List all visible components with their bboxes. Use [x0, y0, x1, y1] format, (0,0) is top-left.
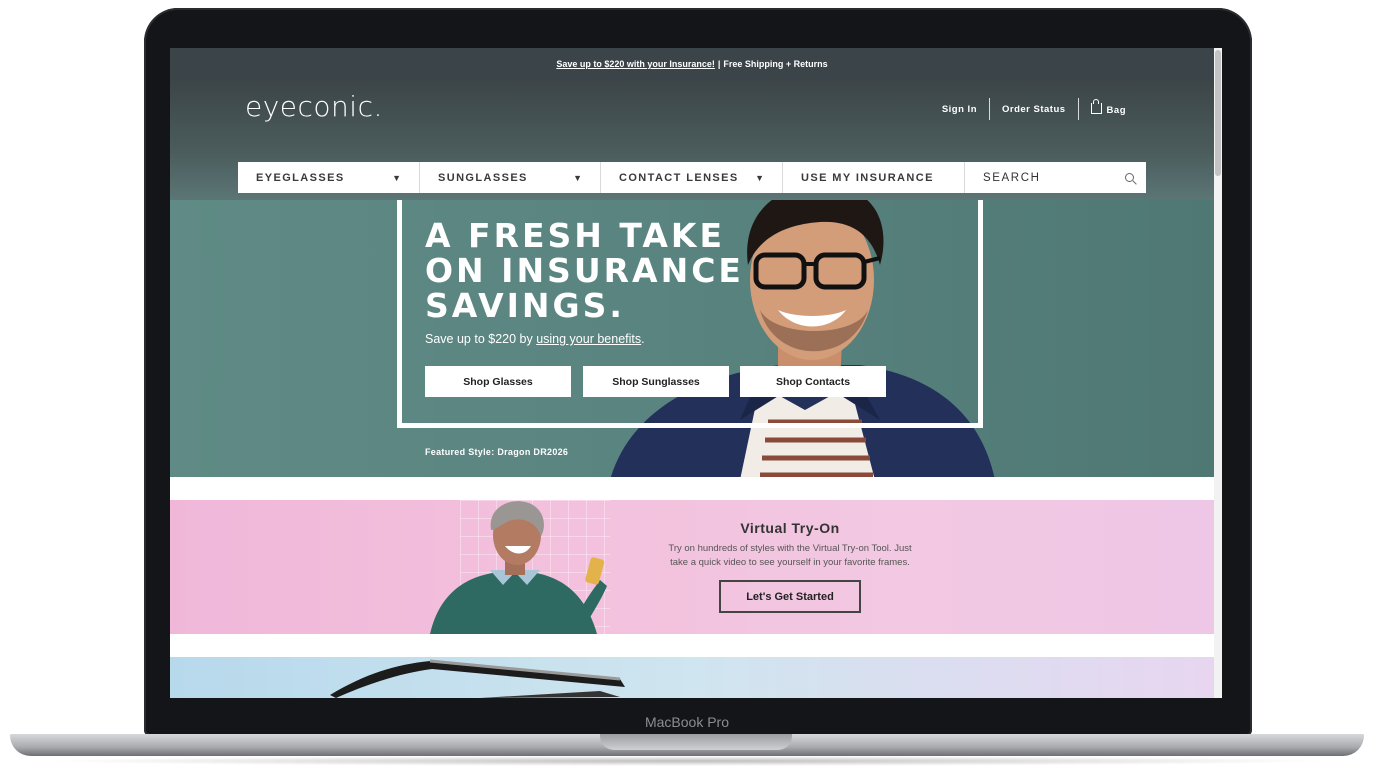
browser-viewport: Save up to $220 with your Insurance! | F… — [170, 48, 1222, 698]
bag-link[interactable]: Bag — [1079, 99, 1138, 116]
virtual-try-on-model-image — [430, 501, 607, 634]
nav-contact-lenses-label: CONTACT LENSES — [619, 171, 739, 184]
hero-title: A FRESH TAKE ON INSURANCE SAVINGS. — [425, 218, 744, 323]
hero-title-line: A FRESH TAKE — [425, 216, 725, 255]
hero-subtitle: Save up to $220 by using your benefits. — [425, 332, 645, 346]
vto-text-line: take a quick video to see yourself in yo… — [670, 557, 910, 568]
free-shipping-text: Free Shipping + Returns — [723, 59, 828, 69]
laptop-notch — [600, 734, 792, 750]
eyeconic-logo[interactable]: eyeconic. — [245, 90, 383, 123]
vto-text-line: Try on hundreds of styles with the Virtu… — [668, 543, 912, 554]
announcement-bar: Save up to $220 with your Insurance! | F… — [170, 48, 1214, 80]
nav-contact-lenses[interactable]: CONTACT LENSES ▼ — [601, 162, 783, 193]
sign-in-link[interactable]: Sign In — [930, 104, 989, 115]
featured-style-caption: Featured Style: Dragon DR2026 — [425, 447, 569, 457]
hero-sub-suffix: . — [641, 332, 645, 346]
hero-sub-prefix: Save up to $220 by — [425, 332, 537, 346]
nav-use-my-insurance[interactable]: USE MY INSURANCE — [783, 162, 965, 193]
virtual-try-on-title: Virtual Try-On — [740, 520, 840, 536]
shop-sunglasses-button[interactable]: Shop Sunglasses — [583, 366, 729, 397]
chevron-down-icon: ▼ — [573, 172, 582, 183]
nav-eyeglasses[interactable]: EYEGLASSES ▼ — [238, 162, 420, 193]
utility-nav: Sign In Order Status Bag — [930, 98, 1138, 120]
announcement-separator: | — [717, 59, 721, 69]
eyewear-promo-banner — [170, 657, 1214, 698]
bag-label: Bag — [1106, 105, 1126, 116]
using-benefits-link[interactable]: using your benefits — [536, 332, 641, 346]
nav-sunglasses[interactable]: SUNGLASSES ▼ — [420, 162, 601, 193]
chevron-down-icon: ▼ — [755, 172, 764, 183]
scrollbar-thumb[interactable] — [1215, 50, 1221, 176]
shop-contacts-button[interactable]: Shop Contacts — [740, 366, 886, 397]
bag-icon — [1090, 99, 1102, 114]
nav-use-my-insurance-label: USE MY INSURANCE — [801, 171, 934, 184]
device-label: MacBook Pro — [644, 714, 730, 730]
eyeglasses-product-image — [330, 659, 625, 698]
search-box[interactable]: SEARCH — [965, 162, 1146, 193]
nav-sunglasses-label: SUNGLASSES — [438, 171, 528, 184]
get-started-button[interactable]: Let's Get Started — [719, 580, 861, 613]
virtual-try-on-description: Try on hundreds of styles with the Virtu… — [638, 542, 942, 570]
shop-glasses-button[interactable]: Shop Glasses — [425, 366, 571, 397]
virtual-try-on-banner: Virtual Try-On Try on hundreds of styles… — [170, 500, 1214, 634]
main-nav: EYEGLASSES ▼ SUNGLASSES ▼ CONTACT LENSES… — [238, 162, 1146, 193]
hero-title-line: SAVINGS. — [425, 286, 625, 325]
nav-eyeglasses-label: EYEGLASSES — [256, 171, 345, 184]
order-status-link[interactable]: Order Status — [990, 104, 1078, 115]
page-scrollbar[interactable] — [1214, 48, 1222, 698]
search-icon[interactable] — [1125, 173, 1134, 182]
insurance-savings-link[interactable]: Save up to $220 with your Insurance! — [556, 59, 715, 69]
hero-banner: A FRESH TAKE ON INSURANCE SAVINGS. Save … — [170, 200, 1214, 477]
hero-title-line: ON INSURANCE — [425, 251, 744, 290]
search-input[interactable]: SEARCH — [983, 172, 1041, 184]
site-header: eyeconic. Sign In Order Status Bag EYEGL… — [170, 80, 1214, 200]
chevron-down-icon: ▼ — [392, 172, 401, 183]
laptop-shadow — [40, 756, 1334, 766]
